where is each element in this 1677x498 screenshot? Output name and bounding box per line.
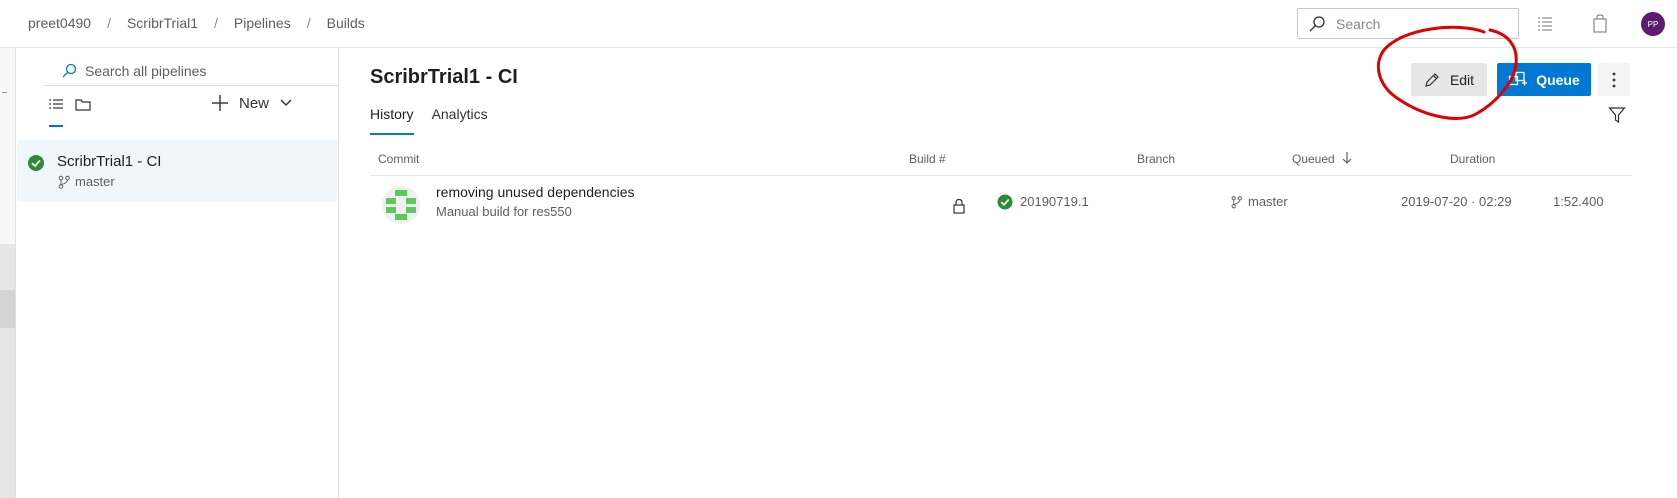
plus-icon — [212, 95, 228, 111]
tab-history[interactable]: History — [370, 106, 414, 135]
pencil-icon — [1425, 72, 1439, 87]
pipeline-branch: master — [75, 174, 115, 189]
nav-strip-block — [0, 244, 15, 498]
build-duration: 1:52.400 — [1553, 194, 1604, 209]
build-queued-time: 2019-07-20 · 02:29 — [1401, 194, 1512, 209]
column-header-duration: Duration — [1450, 152, 1496, 166]
list-view-icon[interactable] — [47, 96, 65, 114]
active-view-indicator — [49, 125, 63, 127]
commit-trigger: Manual build for res550 — [436, 204, 572, 219]
success-check-icon — [28, 155, 44, 171]
chevron-down-icon — [280, 99, 292, 106]
breadcrumb-separator: / — [214, 15, 218, 31]
tab-analytics[interactable]: Analytics — [432, 106, 488, 135]
sort-descending-icon — [1342, 152, 1352, 164]
collapsed-nav-strip — [0, 48, 16, 498]
column-header-queued[interactable]: Queued — [1292, 152, 1352, 166]
edit-button[interactable]: Edit — [1411, 63, 1487, 96]
more-actions-button[interactable] — [1598, 63, 1630, 96]
table-header: Commit Build # Branch Queued Duration — [370, 142, 1632, 176]
avatar[interactable]: PP — [1641, 12, 1665, 36]
pipeline-list-item[interactable]: ScribrTrial1 - CI master — [17, 140, 337, 202]
queue-button-label: Queue — [1536, 71, 1580, 88]
commit-message: removing unused dependencies — [436, 184, 635, 200]
search-icon — [62, 63, 77, 77]
queued-header-label: Queued — [1292, 152, 1335, 166]
queue-build-icon — [1509, 71, 1528, 85]
breadcrumb-separator: / — [107, 15, 111, 31]
column-header-branch: Branch — [1137, 152, 1176, 166]
build-branch: master — [1248, 194, 1288, 209]
success-check-icon — [997, 194, 1013, 210]
breadcrumb-separator: / — [306, 15, 311, 31]
commit-author-avatar — [382, 186, 420, 224]
new-pipeline-button[interactable]: New — [211, 88, 293, 118]
task-list-icon[interactable] — [1534, 13, 1556, 35]
queue-button[interactable]: Queue — [1497, 63, 1591, 96]
build-number[interactable]: 20190719.1 — [1020, 194, 1089, 209]
branch-icon — [58, 175, 70, 189]
shopping-bag-icon[interactable] — [1589, 13, 1611, 35]
filter-icon[interactable] — [1608, 106, 1626, 124]
global-search-box[interactable] — [1297, 8, 1519, 39]
pipeline-search-box[interactable] — [43, 56, 339, 86]
global-search-input[interactable] — [1336, 15, 1506, 32]
new-button-label: New — [239, 94, 270, 112]
column-header-commit: Commit — [378, 152, 420, 166]
breadcrumb-org[interactable]: preet0490 — [28, 15, 91, 31]
pipelines-sidebar: New ScribrTrial1 - CI master — [17, 48, 339, 498]
tab-bar: History Analytics — [370, 106, 506, 135]
top-bar: preet0490 / ScribrTrial1 / Pipelines / B… — [0, 0, 1677, 48]
breadcrumb-pipelines[interactable]: Pipelines — [234, 15, 291, 31]
column-header-build: Build # — [909, 152, 946, 166]
nav-strip-marker — [2, 92, 7, 93]
table-row[interactable]: removing unused dependencies Manual buil… — [370, 180, 1632, 230]
breadcrumb: preet0490 / ScribrTrial1 / Pipelines / B… — [28, 15, 365, 31]
search-icon — [1309, 15, 1325, 31]
more-vertical-icon — [1612, 72, 1616, 87]
pipeline-name: ScribrTrial1 - CI — [57, 153, 162, 170]
folder-view-icon[interactable] — [74, 96, 92, 114]
nav-strip-selected-block[interactable] — [0, 290, 15, 328]
pipeline-detail-panel: ScribrTrial1 - CI Edit Queue History Ana… — [340, 48, 1677, 498]
edit-button-label: Edit — [1449, 71, 1475, 88]
breadcrumb-project[interactable]: ScribrTrial1 — [127, 15, 198, 31]
page-title: ScribrTrial1 - CI — [370, 66, 518, 88]
branch-icon — [1231, 196, 1242, 209]
lock-icon — [953, 198, 965, 214]
breadcrumb-builds[interactable]: Builds — [327, 15, 365, 31]
pipeline-search-input[interactable] — [85, 62, 325, 79]
